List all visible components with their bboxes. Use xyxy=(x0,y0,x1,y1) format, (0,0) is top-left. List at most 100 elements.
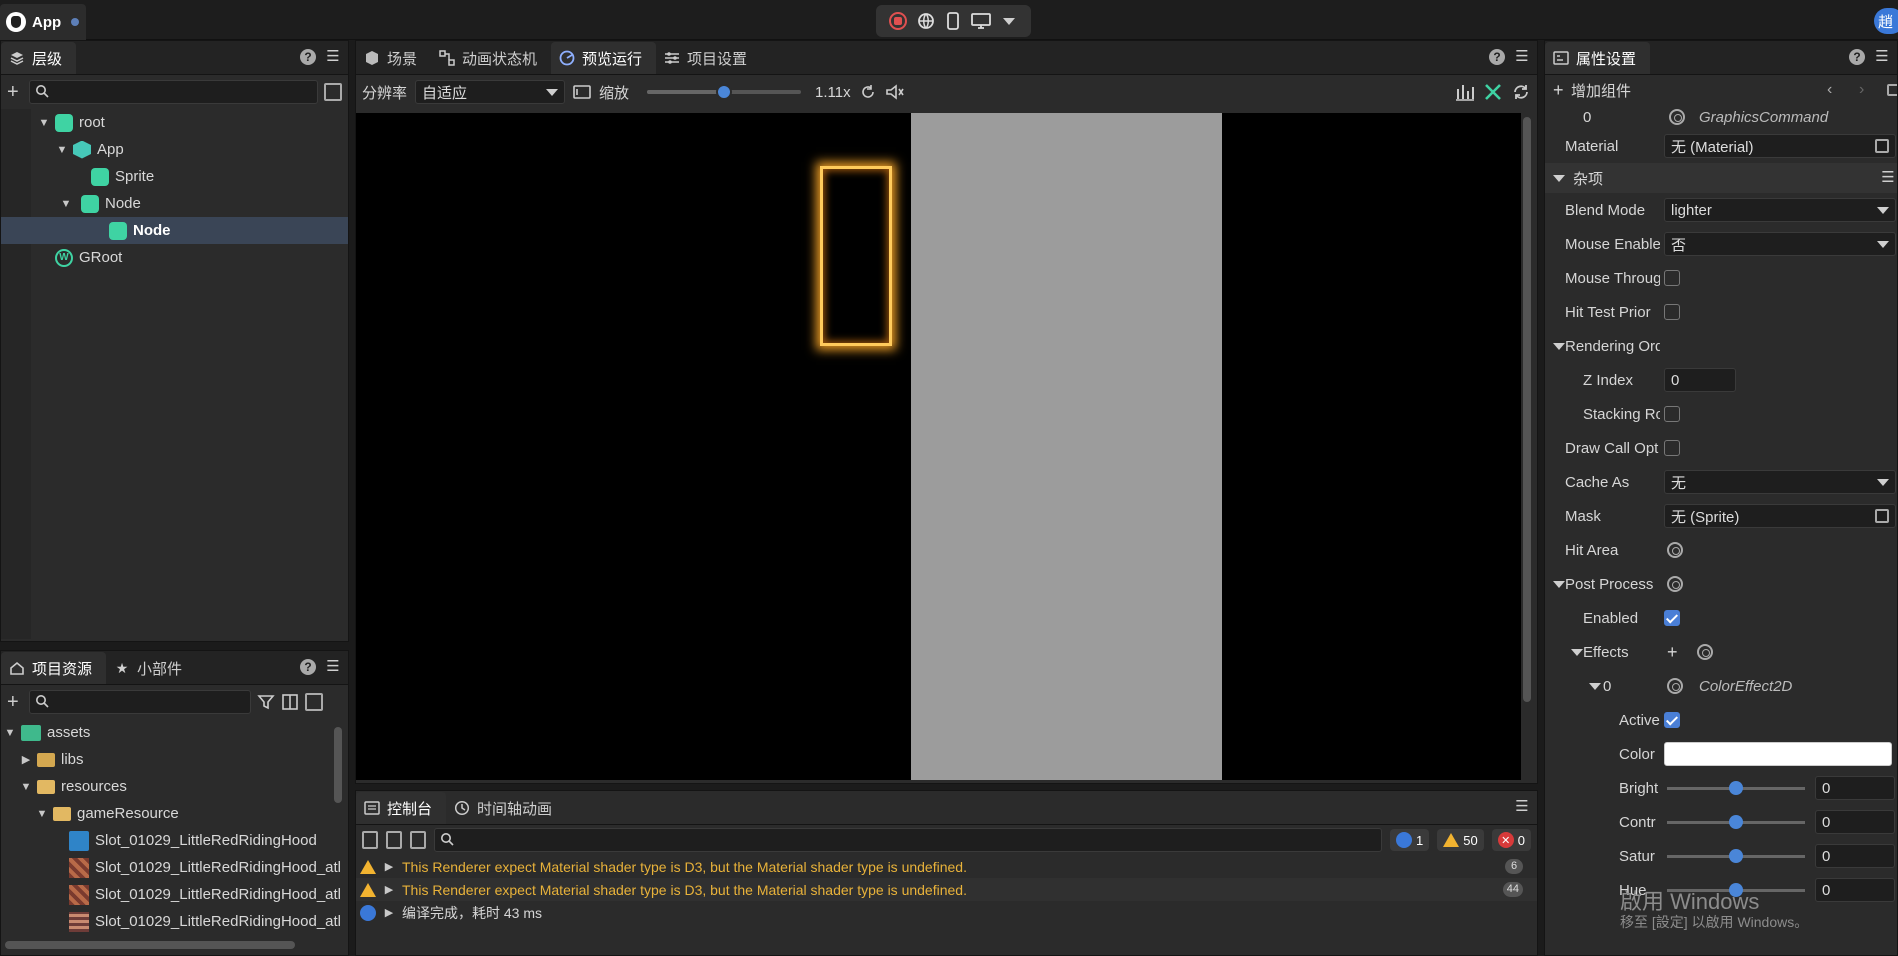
log-entry[interactable]: ▶ This Renderer expect Material shader t… xyxy=(356,855,1537,878)
section-collapse-icon[interactable] xyxy=(1553,580,1565,588)
mask-field[interactable]: 无 (Sprite) xyxy=(1664,504,1896,528)
expand-log-arrow-icon[interactable]: ▶ xyxy=(382,883,396,897)
tab-timeline-animation[interactable]: 时间轴动画 xyxy=(446,792,566,824)
clear-console-icon[interactable] xyxy=(362,831,379,849)
tab-animation-state-machine[interactable]: 动画状态机 xyxy=(431,42,551,74)
user-avatar[interactable]: 趙 xyxy=(1874,8,1898,34)
stats-icon[interactable] xyxy=(1455,83,1475,101)
tab-widgets[interactable]: ★ 小部件 xyxy=(106,652,196,684)
tab-console[interactable]: 控制台 xyxy=(356,792,447,824)
reset-zoom-icon[interactable] xyxy=(859,83,877,101)
asset-item-file[interactable]: Slot_01029_LittleRedRidingHood_atl xyxy=(1,908,348,935)
menu-icon[interactable]: ☰ xyxy=(326,659,340,675)
expand-log-arrow-icon[interactable]: ▶ xyxy=(382,906,396,920)
expand-arrow-icon[interactable]: ▼ xyxy=(35,807,49,821)
pick-asset-icon[interactable] xyxy=(1875,139,1889,153)
section-collapse-icon[interactable] xyxy=(1571,648,1583,656)
zoom-slider-knob[interactable] xyxy=(716,84,733,100)
expand-arrow-icon[interactable]: ▼ xyxy=(37,116,51,130)
asset-item-resources[interactable]: ▼ resources xyxy=(1,773,348,800)
section-collapse-icon[interactable] xyxy=(1589,682,1601,690)
active-checkbox[interactable] xyxy=(1664,712,1680,728)
saturation-slider[interactable] xyxy=(1667,849,1805,863)
tab-hierarchy[interactable]: 层级 xyxy=(1,42,77,74)
tools-icon[interactable] xyxy=(1483,82,1503,102)
filter-icon[interactable] xyxy=(257,693,275,711)
collapse-log-icon[interactable] xyxy=(410,831,427,849)
add-effect-plus-icon[interactable]: + xyxy=(1667,642,1678,663)
tree-item-groot[interactable]: W GRoot xyxy=(1,244,348,271)
tree-item-sprite[interactable]: Sprite xyxy=(1,163,348,190)
log-entry[interactable]: ▶ This Renderer expect Material shader t… xyxy=(356,878,1537,901)
saturation-slider-knob[interactable] xyxy=(1729,849,1743,863)
expand-arrow-icon[interactable]: ▼ xyxy=(19,780,33,794)
draw-call-checkbox[interactable] xyxy=(1664,440,1680,456)
sound-icon[interactable] xyxy=(885,83,905,101)
hierarchy-search-input[interactable] xyxy=(29,80,318,104)
brightness-slider[interactable] xyxy=(1667,781,1805,795)
asset-item-gameresource[interactable]: ▼ gameResource xyxy=(1,800,348,827)
assets-horizontal-scrollbar[interactable] xyxy=(5,941,295,949)
collapse-all-icon[interactable] xyxy=(305,693,323,711)
color-swatch[interactable] xyxy=(1664,742,1892,766)
tab-scene[interactable]: 场景 xyxy=(356,42,431,74)
add-asset-button[interactable]: + xyxy=(7,692,23,712)
tree-item-app[interactable]: ▼ App xyxy=(1,136,348,163)
help-icon[interactable]: ? xyxy=(1849,49,1865,65)
hue-input[interactable]: 0 xyxy=(1815,878,1895,902)
enabled-checkbox[interactable] xyxy=(1664,610,1680,626)
saturation-input[interactable]: 0 xyxy=(1815,844,1895,868)
app-tab[interactable]: App xyxy=(0,4,86,40)
tree-item-node-selected[interactable]: Node xyxy=(1,217,348,244)
contrast-slider-knob[interactable] xyxy=(1729,815,1743,829)
tree-item-root[interactable]: ▼ root xyxy=(1,109,348,136)
mouse-through-checkbox[interactable] xyxy=(1664,270,1680,286)
mouse-enable-select[interactable]: 否 xyxy=(1664,232,1896,256)
settings-gear-icon[interactable] xyxy=(1669,109,1685,125)
collapse-arrow-icon[interactable]: ▶ xyxy=(19,753,33,767)
expand-arrow-icon[interactable]: ▼ xyxy=(55,143,69,157)
tab-project-assets[interactable]: 项目资源 xyxy=(1,652,107,684)
back-arrow-icon[interactable]: ‹ xyxy=(1827,81,1832,99)
preview-options-dropdown[interactable] xyxy=(998,10,1020,32)
help-icon[interactable]: ? xyxy=(300,659,316,675)
expand-arrow-icon[interactable]: ▼ xyxy=(3,726,17,740)
asset-item-assets[interactable]: ▼ assets xyxy=(1,719,348,746)
settings-gear-icon[interactable] xyxy=(1667,576,1683,592)
help-icon[interactable]: ? xyxy=(1489,49,1505,65)
asset-item-file[interactable]: Slot_01029_LittleRedRidingHood_atl xyxy=(1,854,348,881)
section-post-process[interactable]: Post Process xyxy=(1545,567,1897,601)
asset-item-file[interactable]: Slot_01029_LittleRedRidingHood xyxy=(1,827,348,854)
menu-icon[interactable]: ☰ xyxy=(1515,49,1529,65)
expand-log-arrow-icon[interactable]: ▶ xyxy=(382,860,396,874)
material-field[interactable]: 无 (Material) xyxy=(1664,134,1896,158)
assets-search-input[interactable] xyxy=(29,690,251,714)
expand-arrow-icon[interactable]: ▼ xyxy=(59,197,73,211)
section-effect-0[interactable]: 0 ColorEffect2D xyxy=(1545,669,1897,703)
brightness-slider-knob[interactable] xyxy=(1729,781,1743,795)
web-preview-button[interactable] xyxy=(915,10,937,32)
asset-item-libs[interactable]: ▶ libs xyxy=(1,746,348,773)
contrast-slider[interactable] xyxy=(1667,815,1805,829)
brightness-input[interactable]: 0 xyxy=(1815,776,1895,800)
resolution-select[interactable]: 自适应 xyxy=(415,80,566,104)
section-rendering-order[interactable]: Rendering Ord xyxy=(1545,329,1897,363)
menu-icon[interactable]: ☰ xyxy=(1875,49,1889,65)
z-index-input[interactable]: 0 xyxy=(1664,368,1736,392)
forward-arrow-icon[interactable]: › xyxy=(1859,81,1864,99)
hit-test-checkbox[interactable] xyxy=(1664,304,1680,320)
info-filter-badge[interactable]: 1 xyxy=(1390,829,1430,851)
refresh-icon[interactable] xyxy=(1511,82,1531,102)
game-preview-canvas[interactable] xyxy=(356,113,1521,780)
tree-item-node[interactable]: ▼ Node xyxy=(1,190,348,217)
tab-properties[interactable]: 属性设置 xyxy=(1545,42,1651,74)
collapse-all-icon[interactable] xyxy=(324,83,342,101)
add-component-plus-icon[interactable]: + xyxy=(1553,80,1564,101)
menu-icon[interactable]: ☰ xyxy=(1515,799,1529,815)
split-view-icon[interactable] xyxy=(281,693,299,711)
pick-asset-icon[interactable] xyxy=(1875,509,1889,523)
error-filter-badge[interactable]: ✕ 0 xyxy=(1491,829,1531,851)
warning-filter-badge[interactable]: 50 xyxy=(1437,829,1484,851)
console-search-input[interactable] xyxy=(434,828,1383,852)
contrast-input[interactable]: 0 xyxy=(1815,810,1895,834)
